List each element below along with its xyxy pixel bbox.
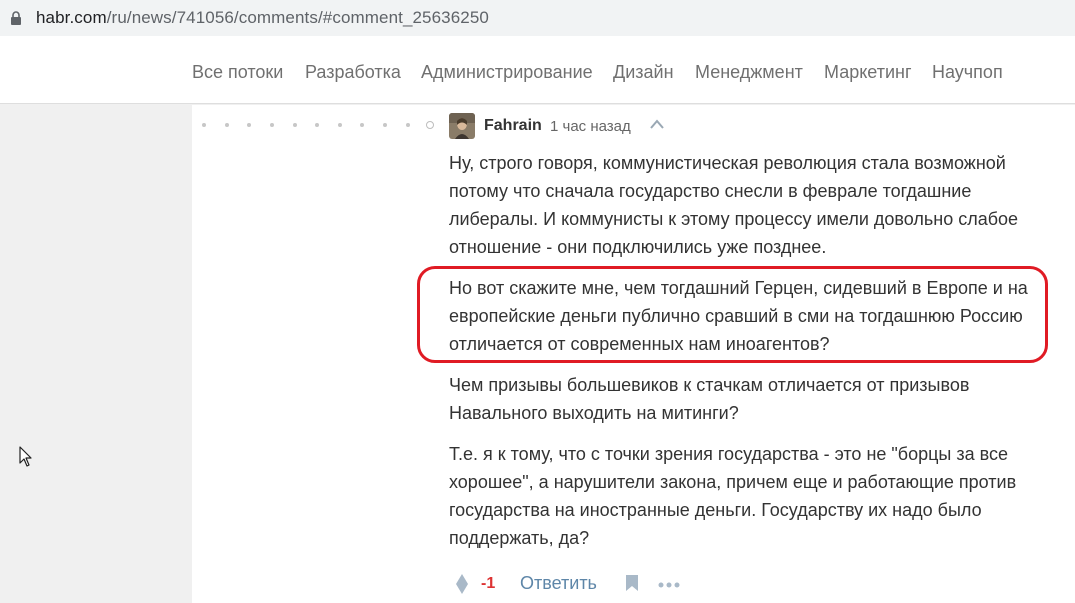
cursor-icon — [19, 446, 32, 467]
nav-header: Все потоки Разработка Администрирование … — [0, 38, 1075, 104]
vote-icon[interactable] — [455, 573, 469, 595]
nav-item-administration[interactable]: Администрирование — [421, 62, 593, 83]
thread-dot — [383, 123, 387, 127]
nav-item-all-flows[interactable]: Все потоки — [192, 62, 283, 83]
thread-dot — [225, 123, 229, 127]
reply-button[interactable]: Ответить — [520, 573, 597, 594]
comment-author[interactable]: Fahrain — [484, 117, 542, 135]
comment-footer: -1 Ответить — [449, 569, 749, 599]
chevron-up-icon[interactable] — [650, 119, 664, 129]
browser-address-bar: habr.com/ru/news/741056/comments/#commen… — [0, 0, 1075, 38]
highlight-annotation — [417, 266, 1048, 363]
bookmark-icon[interactable] — [625, 574, 639, 592]
vote-score: -1 — [481, 575, 496, 592]
lock-icon — [11, 11, 21, 25]
more-icon[interactable] — [658, 582, 680, 588]
comment-paragraph: Т.е. я к тому, что с точки зрения госуда… — [449, 444, 1017, 548]
url-path: /ru/news/741056/comments/#comment_256362… — [106, 8, 489, 27]
thread-dot — [202, 123, 206, 127]
comment-time[interactable]: 1 час назад — [550, 118, 631, 135]
avatar[interactable] — [449, 113, 475, 139]
nav-item-management[interactable]: Менеджмент — [695, 62, 803, 83]
nav-item-marketing[interactable]: Маркетинг — [824, 62, 912, 83]
thread-dot — [270, 123, 274, 127]
nav-item-development[interactable]: Разработка — [305, 62, 401, 83]
comment-paragraph: Ну, строго говоря, коммунистическая рево… — [449, 153, 1019, 257]
nav-item-popsci[interactable]: Научпоп — [932, 62, 1003, 83]
thread-dot — [247, 123, 251, 127]
thread-dot-current — [426, 121, 434, 129]
thread-dot — [338, 123, 342, 127]
url-text: habr.com/ru/news/741056/comments/#commen… — [36, 8, 489, 28]
url-field[interactable]: habr.com/ru/news/741056/comments/#commen… — [0, 0, 1075, 36]
thread-dot — [315, 123, 319, 127]
nav-item-design[interactable]: Дизайн — [613, 62, 674, 83]
comment-paragraph: Чем призывы большевиков к стачкам отлича… — [449, 375, 970, 423]
thread-dot — [293, 123, 297, 127]
thread-dot — [360, 123, 364, 127]
comment-card: Fahrain 1 час назад Ну, строго говоря, к… — [192, 105, 1075, 603]
url-host: habr.com — [36, 8, 107, 27]
thread-dot — [406, 123, 410, 127]
